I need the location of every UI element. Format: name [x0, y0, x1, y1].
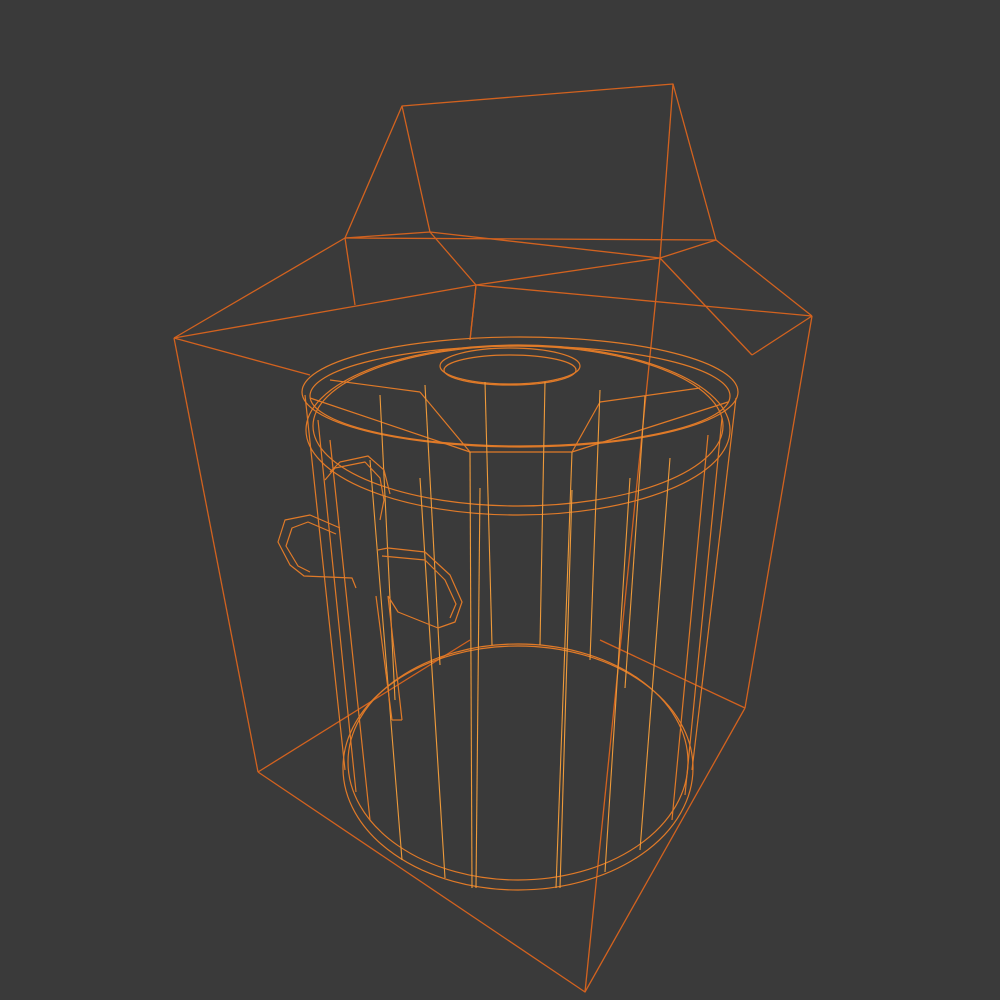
- stave: [639, 457, 671, 851]
- cage-edge-back: [469, 284, 477, 341]
- stave: [671, 434, 709, 821]
- cage-shoulder: [173, 231, 813, 339]
- stave: [475, 487, 481, 889]
- back-stave: [539, 381, 546, 646]
- stave: [419, 477, 446, 879]
- cage-roof-outline: [344, 83, 717, 241]
- bucket-lid-hole-inner: [443, 354, 577, 386]
- stave: [317, 419, 357, 793]
- cage-edge-right: [744, 315, 813, 709]
- wireframe-canvas[interactable]: [0, 0, 1000, 1000]
- cage-shoulder-edge: [659, 257, 753, 356]
- stave: [691, 397, 737, 771]
- back-stave: [424, 384, 441, 666]
- lid-facet: [599, 387, 701, 403]
- stave: [684, 417, 723, 796]
- stave: [329, 439, 371, 821]
- bucket-bottom: [342, 645, 694, 891]
- cage-shoulder-edge: [344, 237, 356, 306]
- cage-bottom-back: [599, 639, 746, 709]
- cage-shoulder-edge: [475, 284, 813, 317]
- cage-bottom-front: [257, 707, 746, 993]
- cage-roof-edge: [401, 105, 431, 233]
- bucket-lid-lower-inner: [312, 345, 724, 507]
- lid-facet: [329, 379, 421, 393]
- bucket-back-staves: [379, 381, 646, 701]
- bucket-lid-hole: [439, 347, 581, 385]
- back-stave: [589, 389, 601, 661]
- handle: [277, 455, 463, 721]
- stave: [304, 394, 346, 771]
- stave: [469, 451, 473, 889]
- cage-roof-base: [429, 231, 661, 259]
- cage-edge-front: [584, 257, 661, 993]
- cage-edge-left: [173, 337, 259, 773]
- bucket: [301, 336, 739, 891]
- stave: [559, 489, 573, 889]
- 3d-viewport[interactable]: [0, 0, 1000, 1000]
- cage-roof-base: [344, 237, 717, 241]
- bucket-rim-inner: [309, 345, 731, 447]
- handle-top-loop: [324, 461, 385, 521]
- cage-roof-edge: [659, 83, 674, 259]
- bounding-cage: [173, 83, 813, 993]
- handle-side-loop-inner: [285, 521, 337, 573]
- stave: [555, 451, 573, 889]
- cage-shoulder-edge: [173, 337, 311, 376]
- bucket-bottom-inner: [347, 643, 689, 881]
- cage-shoulder-edge: [751, 315, 813, 356]
- bucket-staves: [304, 394, 737, 889]
